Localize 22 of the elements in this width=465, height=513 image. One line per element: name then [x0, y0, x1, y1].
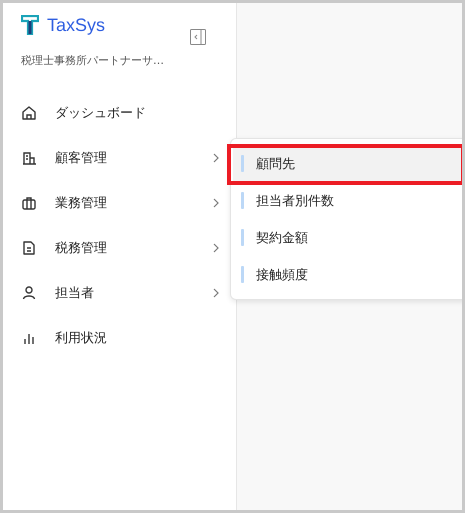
submenu-item[interactable]: 担当者別件数 — [233, 182, 462, 219]
nav-item[interactable]: 税務管理 — [21, 225, 221, 270]
submenu-item[interactable]: 契約金額 — [233, 219, 462, 256]
nav-item[interactable]: 担当者 — [21, 270, 221, 315]
document-icon — [21, 240, 37, 256]
nav-item[interactable]: 利用状況 — [21, 315, 221, 360]
building-icon — [21, 150, 37, 166]
home-icon — [21, 104, 37, 120]
nav-item[interactable]: 顧客管理 — [21, 135, 221, 180]
briefcase-icon — [21, 194, 37, 210]
submenu-item[interactable]: 接触頻度 — [233, 256, 462, 293]
accent-bar — [241, 229, 244, 246]
accent-bar — [241, 266, 244, 283]
accent-bar — [241, 192, 244, 209]
logo-icon — [21, 15, 39, 35]
person-icon — [21, 284, 37, 300]
app-name: TaxSys — [47, 14, 106, 36]
office-name: 税理士事務所パートナーサ… — [21, 53, 165, 68]
accent-bar — [241, 155, 244, 172]
collapse-sidebar-icon[interactable] — [190, 29, 206, 45]
nav-item[interactable]: ダッシュボード — [21, 90, 221, 135]
nav-item[interactable]: 業務管理 — [21, 180, 221, 225]
